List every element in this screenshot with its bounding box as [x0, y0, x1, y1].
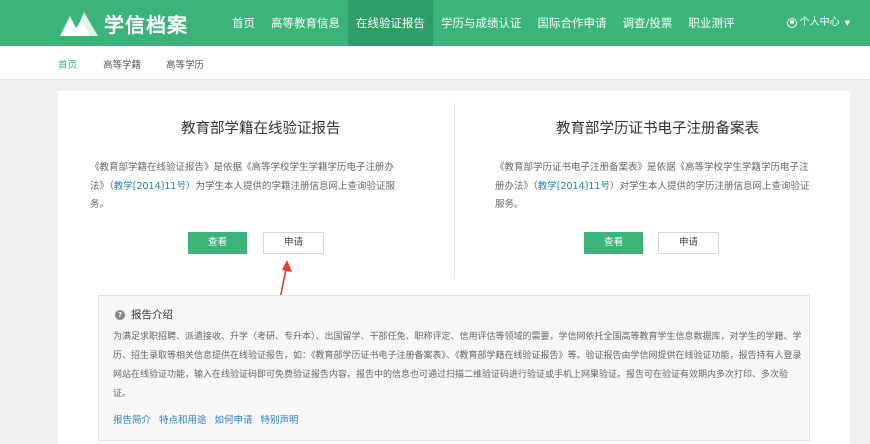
nav-item-home[interactable]: 首页: [224, 0, 263, 46]
subnav-item-student-status[interactable]: 高等学籍: [103, 57, 141, 71]
nav-item-certification[interactable]: 学历与成绩认证: [433, 0, 530, 46]
question-icon: ?: [115, 309, 125, 320]
apply-degree-record-button[interactable]: 申请: [658, 232, 719, 254]
nav-item-international[interactable]: 国际合作申请: [530, 0, 615, 46]
report-intro-box: ? 报告介绍 为满足求职招聘、派遣接收、升学（考研、专升本）、出国留学、干部任免…: [98, 295, 810, 441]
nav-item-online-report[interactable]: 在线验证报告: [348, 0, 433, 46]
panel-title-degree-record: 教育部学历证书电子注册备案表: [556, 121, 759, 137]
intro-links: 报告简介 特点和用途 如何申请 特别声明: [113, 412, 299, 426]
sub-navbar: 首页 高等学籍 高等学历: [0, 46, 870, 80]
regulation-link[interactable]: 教学[2014]11号: [538, 181, 610, 192]
site-logo[interactable]: 学信档案: [60, 8, 188, 38]
panel-desc-student-status: 《教育部学籍在线验证报告》是依据《高等学校学生学籍学历电子注册办法》（教学[20…: [90, 159, 408, 215]
panel-desc-degree-record: 《教育部学历证书电子注册备案表》是依据《高等学校学生学籍学历电子注册办法》（教学…: [495, 159, 813, 215]
intro-link-overview[interactable]: 报告简介: [113, 412, 151, 426]
view-degree-record-button[interactable]: 查看: [584, 232, 643, 254]
intro-header: ? 报告介绍: [115, 307, 173, 322]
intro-link-how-to-apply[interactable]: 如何申请: [215, 412, 253, 426]
regulation-link[interactable]: 教学[2014]11号: [114, 181, 186, 192]
apply-student-status-button[interactable]: 申请: [263, 232, 324, 254]
panel-title-student-status: 教育部学籍在线验证报告: [181, 121, 341, 137]
intro-link-features[interactable]: 特点和用途: [159, 412, 207, 426]
intro-body: 为满足求职招聘、派遣接收、升学（考研、专升本）、出国留学、干部任免、职称评定、信…: [113, 332, 802, 399]
nav-item-career-test[interactable]: 职业测评: [680, 0, 742, 46]
subnav-item-home[interactable]: 首页: [58, 57, 77, 71]
user-icon: [786, 18, 797, 28]
intro-title: 报告介绍: [131, 309, 173, 321]
nav-item-survey[interactable]: 调查/投票: [615, 0, 681, 46]
user-center-label: 个人中心: [799, 17, 840, 28]
mountain-logo-icon: [60, 12, 98, 36]
main-nav: 首页 高等教育信息 在线验证报告 学历与成绩认证 国际合作申请 调查/投票 职业…: [224, 0, 742, 46]
caret-down-icon: ▼: [844, 19, 850, 27]
report-card: 教育部学籍在线验证报告 《教育部学籍在线验证报告》是依据《高等学校学生学籍学历电…: [58, 91, 850, 444]
top-navbar: 学信档案 首页 高等教育信息 在线验证报告 学历与成绩认证 国际合作申请 调查/…: [0, 0, 870, 46]
subnav-item-degree[interactable]: 高等学历: [166, 57, 204, 71]
panel-divider: [454, 103, 455, 278]
view-student-status-button[interactable]: 查看: [188, 232, 247, 254]
logo-text: 学信档案: [104, 12, 188, 37]
intro-link-statement[interactable]: 特别声明: [261, 412, 299, 426]
nav-item-higher-edu[interactable]: 高等教育信息: [263, 0, 348, 46]
user-center-menu[interactable]: 个人中心 ▼: [786, 0, 850, 46]
